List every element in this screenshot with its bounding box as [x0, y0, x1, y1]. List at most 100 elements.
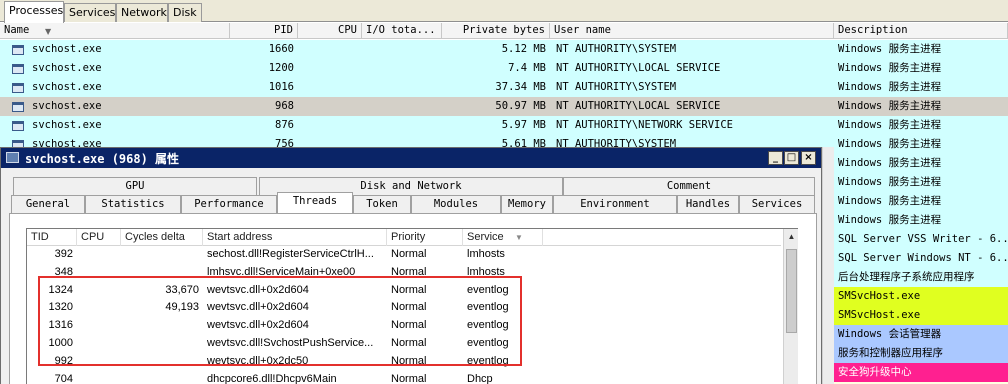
process-description[interactable]: SQL Server Windows NT - 6... [834, 249, 1008, 268]
tab-general[interactable]: General [11, 195, 85, 213]
thread-row[interactable]: 348 lmhsvc.dll!ServiceMain+0xe00 Normal lmh… [27, 264, 781, 281]
process-description[interactable]: 安全狗升级中心 [834, 363, 1008, 382]
thread-service: eventlog [467, 283, 509, 296]
thread-column-start[interactable]: Start address [203, 229, 387, 246]
minimize-button[interactable]: _ [768, 151, 783, 165]
scroll-up-icon[interactable]: ▲ [785, 230, 798, 244]
process-description[interactable]: Windows 会话管理器 [834, 325, 1008, 344]
thread-column-priority[interactable]: Priority [387, 229, 463, 246]
column-header-private[interactable]: Private bytes [442, 23, 550, 39]
process-description[interactable]: Windows 服务主进程 [834, 40, 1008, 59]
top-tab-network[interactable]: Network [116, 3, 168, 22]
process-private-bytes: 5.97 MB [501, 119, 546, 131]
column-header-user[interactable]: User name [550, 23, 834, 39]
process-description[interactable]: Windows 服务主进程 [834, 78, 1008, 97]
column-header-cpu[interactable]: CPU [298, 23, 362, 39]
process-name: svchost.exe [32, 100, 102, 112]
close-button[interactable]: × [801, 151, 816, 165]
thread-service: eventlog [467, 354, 509, 367]
thread-cycles-delta [121, 335, 203, 352]
tab-handles[interactable]: Handles [677, 195, 739, 213]
process-row[interactable]: svchost.exe 1016 37.34 MB NT AUTHORITY\SYST… [0, 78, 834, 97]
process-description[interactable]: Windows 服务主进程 [834, 97, 1008, 116]
process-row[interactable]: svchost.exe 1660 5.12 MB NT AUTHORITY\SYSTE… [0, 40, 834, 59]
top-tab-disk[interactable]: Disk [168, 3, 202, 22]
thread-start-address: wevtsvc.dll+0x2d604 [207, 301, 309, 314]
tab-environment[interactable]: Environment [553, 195, 677, 213]
thread-tid: 392 [54, 248, 73, 260]
thread-column-cpu[interactable]: CPU [77, 229, 121, 246]
column-header-io[interactable]: I/O tota... [362, 23, 442, 39]
thread-start-address: lmhsvc.dll!ServiceMain+0xe00 [207, 265, 356, 278]
thread-row[interactable]: 1320 49,193 wevtsvc.dll+0x2d604 Normal event… [27, 299, 781, 316]
thread-tid: 1000 [48, 337, 73, 349]
tab-statistics[interactable]: Statistics [85, 195, 181, 213]
process-description[interactable]: Windows 服务主进程 [834, 173, 1008, 192]
column-header-pid[interactable]: PID [230, 23, 298, 39]
thread-cpu [77, 264, 121, 281]
thread-row[interactable]: 1324 33,670 wevtsvc.dll+0x2d604 Normal event… [27, 282, 781, 299]
top-tab-services[interactable]: Services [64, 3, 116, 22]
process-description[interactable]: Windows 服务主进程 [834, 59, 1008, 78]
process-description[interactable]: 服务和控制器应用程序 [834, 344, 1008, 363]
process-name: svchost.exe [32, 119, 102, 131]
thread-start-address: wevtsvc.dll+0x2dc50 [207, 354, 309, 367]
process-private-bytes: 5.12 MB [501, 43, 546, 55]
process-icon [12, 64, 24, 74]
tab-gpu[interactable]: GPU [13, 177, 257, 195]
threads-scrollbar[interactable]: ▲ [783, 229, 798, 384]
process-description[interactable]: Windows 服务主进程 [834, 192, 1008, 211]
thread-cycles-delta: 49,193 [165, 301, 199, 314]
thread-row[interactable]: 392 sechost.dll!RegisterServiceCtrlH... No… [27, 246, 781, 263]
sort-arrow-icon: ▼ [515, 233, 523, 242]
maximize-button[interactable]: □ [784, 151, 799, 165]
thread-row[interactable]: 1000 wevtsvc.dll!SvchostPushService... Nor… [27, 335, 781, 352]
process-description[interactable]: 后台处理程序子系统应用程序 [834, 268, 1008, 287]
thread-cpu [77, 282, 121, 299]
column-header-name[interactable]: Name [0, 23, 230, 39]
thread-tid: 1320 [48, 301, 73, 314]
top-tab-processes[interactable]: Processes [4, 1, 64, 23]
thread-row[interactable]: 704 dhcpcore6.dll!Dhcpv6Main Normal Dhcp [27, 371, 781, 384]
process-description[interactable]: SQL Server VSS Writer - 6... [834, 230, 1008, 249]
process-pid: 876 [275, 119, 294, 131]
thread-column-tid[interactable]: TID [27, 229, 77, 246]
process-description[interactable]: Windows 服务主进程 [834, 154, 1008, 173]
process-user: NT AUTHORITY\SYSTEM [556, 43, 677, 55]
thread-service: eventlog [467, 319, 509, 332]
process-pid: 1660 [268, 43, 294, 55]
tab-token[interactable]: Token [353, 195, 411, 213]
process-name: svchost.exe [32, 43, 102, 55]
thread-row[interactable]: 1316 wevtsvc.dll+0x2d604 Normal eventlog [27, 317, 781, 334]
process-list-scrollbar[interactable] [822, 147, 834, 384]
process-description[interactable]: Windows 服务主进程 [834, 116, 1008, 135]
tab-modules[interactable]: Modules [411, 195, 501, 213]
process-description[interactable]: Windows 服务主进程 [834, 135, 1008, 154]
thread-start-address: wevtsvc.dll+0x2d604 [207, 319, 309, 332]
dialog-title-bar[interactable]: svchost.exe (968) 属性 _ □ × [1, 148, 821, 168]
tab-services[interactable]: Services [739, 195, 815, 213]
process-description[interactable]: SMSvcHost.exe [834, 287, 1008, 306]
thread-priority: Normal [391, 354, 427, 367]
column-header-desc[interactable]: Description [834, 23, 1008, 39]
process-icon [12, 102, 24, 112]
process-row[interactable]: svchost.exe 1200 7.4 MB NT AUTHORITY\LOCAL … [0, 59, 834, 78]
tab-threads[interactable]: Threads [277, 192, 353, 213]
thread-cycles-delta [121, 353, 203, 370]
process-row[interactable]: svchost.exe 968 50.97 MB NT AUTHORITY\LOCAL… [0, 97, 834, 116]
thread-column-service[interactable]: Service [463, 229, 543, 246]
process-description[interactable]: Windows 服务主进程 [834, 211, 1008, 230]
thread-service: eventlog [467, 301, 509, 314]
process-row[interactable]: svchost.exe 876 5.97 MB NT AUTHORITY\NETWOR… [0, 116, 834, 135]
scroll-thumb[interactable] [786, 249, 797, 333]
tab-memory[interactable]: Memory [501, 195, 553, 213]
thread-column-cycles[interactable]: Cycles delta [121, 229, 203, 246]
thread-row[interactable]: 992 wevtsvc.dll+0x2dc50 Normal eventlog [27, 353, 781, 370]
tab-performance[interactable]: Performance [181, 195, 277, 213]
tab-comment[interactable]: Comment [563, 177, 815, 195]
sort-arrow-icon: ▼ [45, 27, 52, 36]
thread-priority: Normal [391, 319, 427, 332]
process-pid: 968 [275, 100, 294, 112]
process-description[interactable]: SMSvcHost.exe [834, 306, 1008, 325]
process-icon [12, 83, 24, 93]
